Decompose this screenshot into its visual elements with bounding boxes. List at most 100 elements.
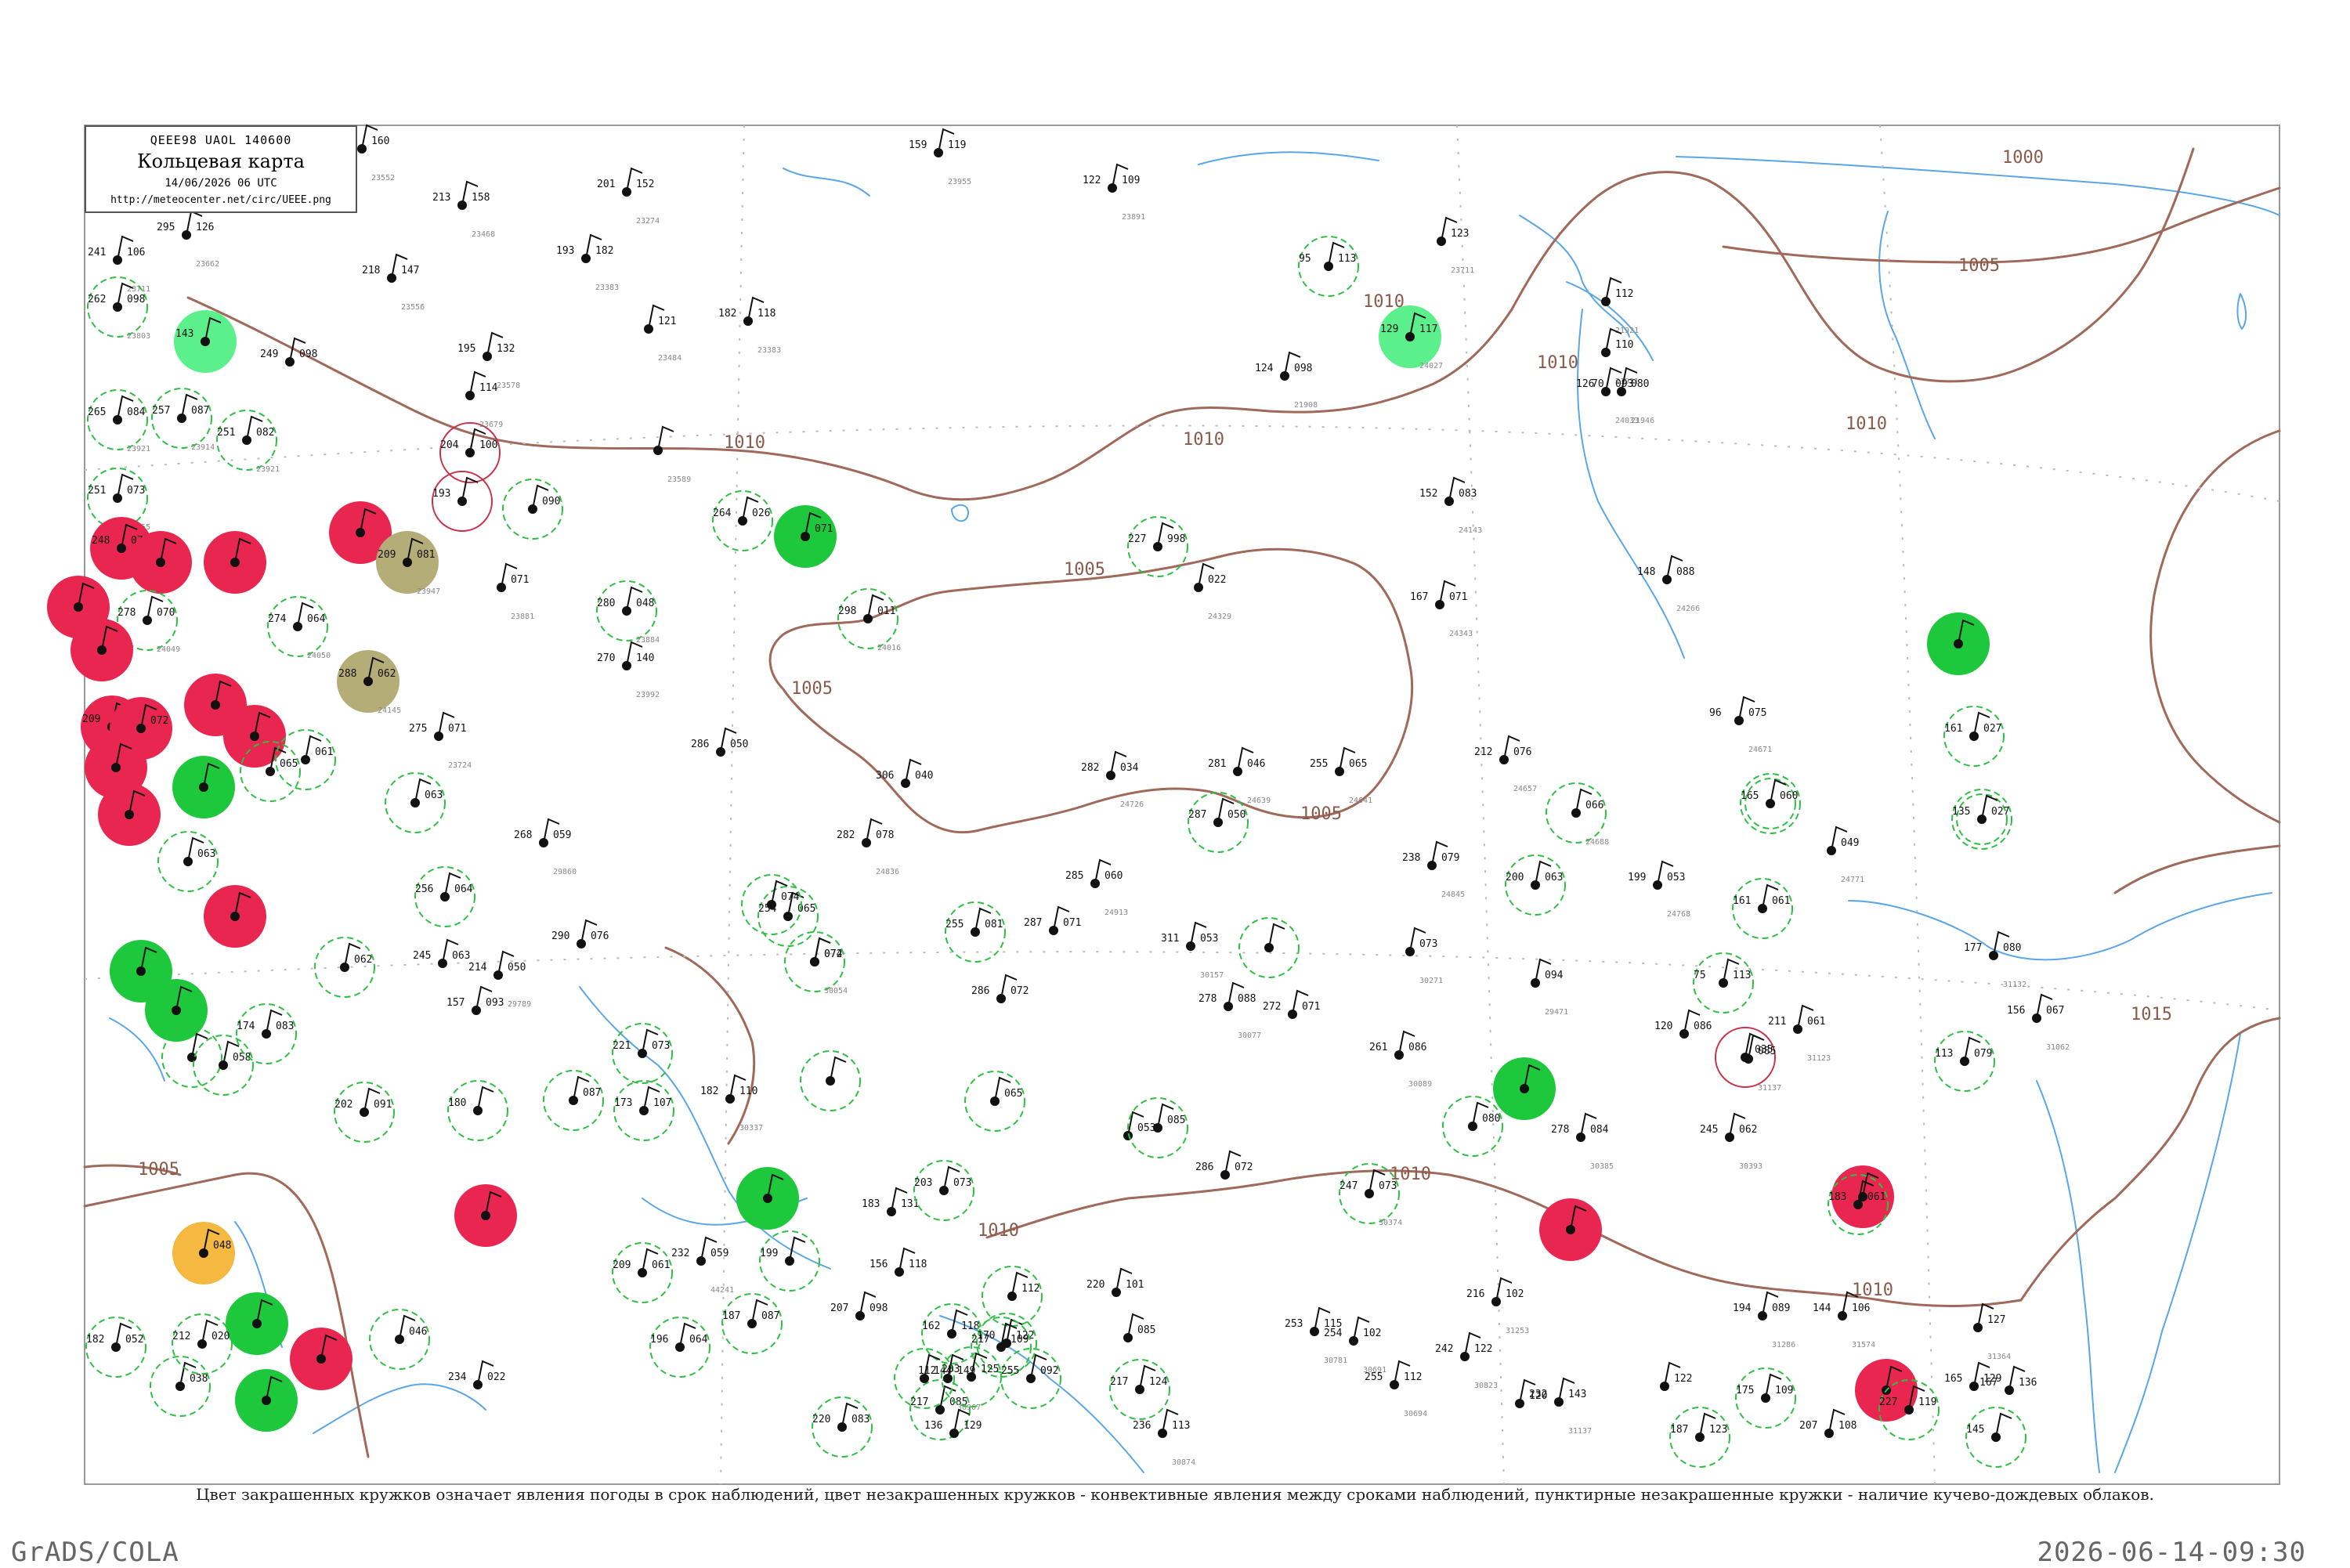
station-symbol: 084 265 23921 bbox=[87, 389, 150, 453]
cloud-cover-circle bbox=[252, 1319, 262, 1328]
station-symbol: 052 182 bbox=[85, 1317, 146, 1378]
pressure-value: 060 bbox=[1104, 870, 1123, 882]
station-symbol: 101 220 bbox=[1086, 1267, 1144, 1297]
temperature-value: 220 bbox=[812, 1414, 830, 1425]
station-index: 24343 bbox=[1449, 630, 1473, 638]
cloud-cover-circle bbox=[136, 724, 146, 733]
cloud-cover-circle bbox=[117, 544, 126, 553]
cloud-cover-circle bbox=[363, 677, 373, 686]
pressure-value: 073 bbox=[652, 1040, 670, 1052]
temperature-value: 70 bbox=[1592, 378, 1604, 390]
pressure-value: 061 bbox=[1867, 1191, 1885, 1203]
temperature-value: 182 bbox=[700, 1086, 718, 1097]
pressure-value: 062 bbox=[354, 954, 372, 966]
isobar-1010-mid bbox=[664, 946, 756, 1145]
temperature-value: 295 bbox=[157, 222, 175, 233]
station-symbol: 193 bbox=[432, 471, 493, 532]
cloud-cover-circle bbox=[1954, 639, 1963, 649]
station-symbol bbox=[800, 1050, 861, 1111]
cloud-cover-circle bbox=[1853, 1200, 1863, 1209]
temperature-value: 227 bbox=[1879, 1396, 1897, 1408]
station-symbol: 022 234 bbox=[448, 1360, 505, 1389]
station-index: 29789 bbox=[508, 1000, 531, 1009]
station-symbol: 049 24771 bbox=[1827, 826, 1864, 884]
temperature-value: 200 bbox=[1506, 872, 1524, 883]
station-symbol: 998 227 bbox=[1127, 516, 1188, 577]
pressure-value: 087 bbox=[583, 1087, 601, 1099]
station-symbol bbox=[1927, 612, 1990, 675]
temperature-value: 209 bbox=[82, 714, 100, 725]
station-symbol: 23589 bbox=[653, 425, 691, 484]
pressure-value: 113 bbox=[1733, 970, 1751, 981]
isobar-1005-ne bbox=[1722, 186, 2281, 264]
source-url: http://meteocenter.net/circ/UEEE.png bbox=[110, 194, 331, 206]
temperature-value: 264 bbox=[713, 508, 732, 519]
pressure-value: 119 bbox=[948, 139, 966, 151]
temperature-value: 75 bbox=[1694, 970, 1706, 981]
pressure-value: 140 bbox=[636, 652, 654, 664]
pressure-value: 071 bbox=[1449, 591, 1467, 603]
station-symbol: 122 242 30823 bbox=[1435, 1331, 1498, 1390]
station-symbol: 109 175 bbox=[1735, 1367, 1796, 1429]
pressure-value: 081 bbox=[985, 919, 1003, 930]
station-symbol: 038 bbox=[150, 1356, 211, 1417]
station-symbol bbox=[290, 1328, 352, 1390]
station-index: 23552 bbox=[371, 174, 395, 182]
station-symbol: 076 212 24657 bbox=[1474, 735, 1537, 793]
pressure-value: 087 bbox=[191, 405, 209, 417]
temperature-value: 255 bbox=[1310, 758, 1328, 770]
cloud-cover-circle bbox=[1991, 1433, 2001, 1442]
station-index: 30271 bbox=[1419, 977, 1443, 985]
pressure-value: 124 bbox=[1149, 1376, 1168, 1388]
cloud-cover-circle bbox=[855, 1311, 865, 1321]
station-index: 24726 bbox=[1120, 800, 1144, 809]
cloud-cover-circle bbox=[826, 1076, 835, 1086]
stations-layer: 1602355212629523662106241237110982622380… bbox=[47, 124, 2070, 1468]
station-index: 30374 bbox=[1379, 1219, 1402, 1227]
station-index: 29471 bbox=[1545, 1008, 1568, 1017]
pressure-value: 034 bbox=[1120, 762, 1139, 774]
cloud-cover-circle bbox=[457, 201, 467, 210]
temperature-value: 161 bbox=[1733, 895, 1751, 907]
cloud-cover-circle bbox=[1571, 808, 1581, 818]
station-symbol: 073 203 bbox=[913, 1160, 974, 1221]
temperature-value: 202 bbox=[334, 1099, 352, 1111]
pressure-value: 106 bbox=[1852, 1302, 1870, 1314]
cloud-cover-circle bbox=[1725, 1133, 1734, 1142]
station-symbol bbox=[204, 531, 266, 594]
station-index: 23383 bbox=[595, 284, 619, 292]
pressure-value: 094 bbox=[1545, 970, 1564, 981]
pressure-value: 088 bbox=[1238, 993, 1256, 1005]
station-index: 23383 bbox=[757, 346, 781, 355]
pressure-value: 098 bbox=[127, 294, 145, 305]
cloud-cover-circle bbox=[1394, 1050, 1404, 1060]
temperature-value: 286 bbox=[971, 985, 989, 997]
station-symbol: 085 bbox=[1123, 1313, 1155, 1342]
station-symbol: 076 290 bbox=[551, 919, 609, 948]
pressure-value: 067 bbox=[2046, 1005, 2064, 1017]
temperature-value: 268 bbox=[514, 829, 532, 841]
cloud-cover-circle bbox=[1531, 880, 1540, 890]
temperature-value: 199 bbox=[760, 1248, 778, 1259]
cloud-cover-circle bbox=[967, 1372, 976, 1382]
cloud-cover-circle bbox=[395, 1335, 404, 1344]
station-symbol bbox=[235, 1369, 298, 1432]
station-symbol bbox=[98, 783, 161, 846]
temperature-value: 242 bbox=[1435, 1343, 1453, 1355]
station-index: 24688 bbox=[1585, 838, 1609, 847]
pressure-value: 160 bbox=[371, 135, 389, 147]
cloud-cover-circle bbox=[971, 927, 980, 937]
temperature-value: 218 bbox=[362, 265, 380, 276]
temperature-value: 253 bbox=[1285, 1318, 1303, 1330]
temperature-value: 120 bbox=[1654, 1021, 1672, 1032]
isobar-1005-centre bbox=[768, 547, 1414, 834]
cloud-cover-circle bbox=[622, 187, 631, 197]
station-symbol: 145 bbox=[1965, 1407, 2026, 1468]
cloud-cover-circle bbox=[1576, 1133, 1585, 1142]
temperature-value: 248 bbox=[92, 535, 110, 547]
station-symbol: 152 201 23274 bbox=[597, 167, 660, 226]
station-symbol: 119 159 23955 bbox=[909, 128, 971, 186]
river-3 bbox=[1848, 892, 2272, 961]
pressure-value: 072 bbox=[1235, 1162, 1253, 1173]
pressure-value: 114 bbox=[479, 382, 498, 394]
